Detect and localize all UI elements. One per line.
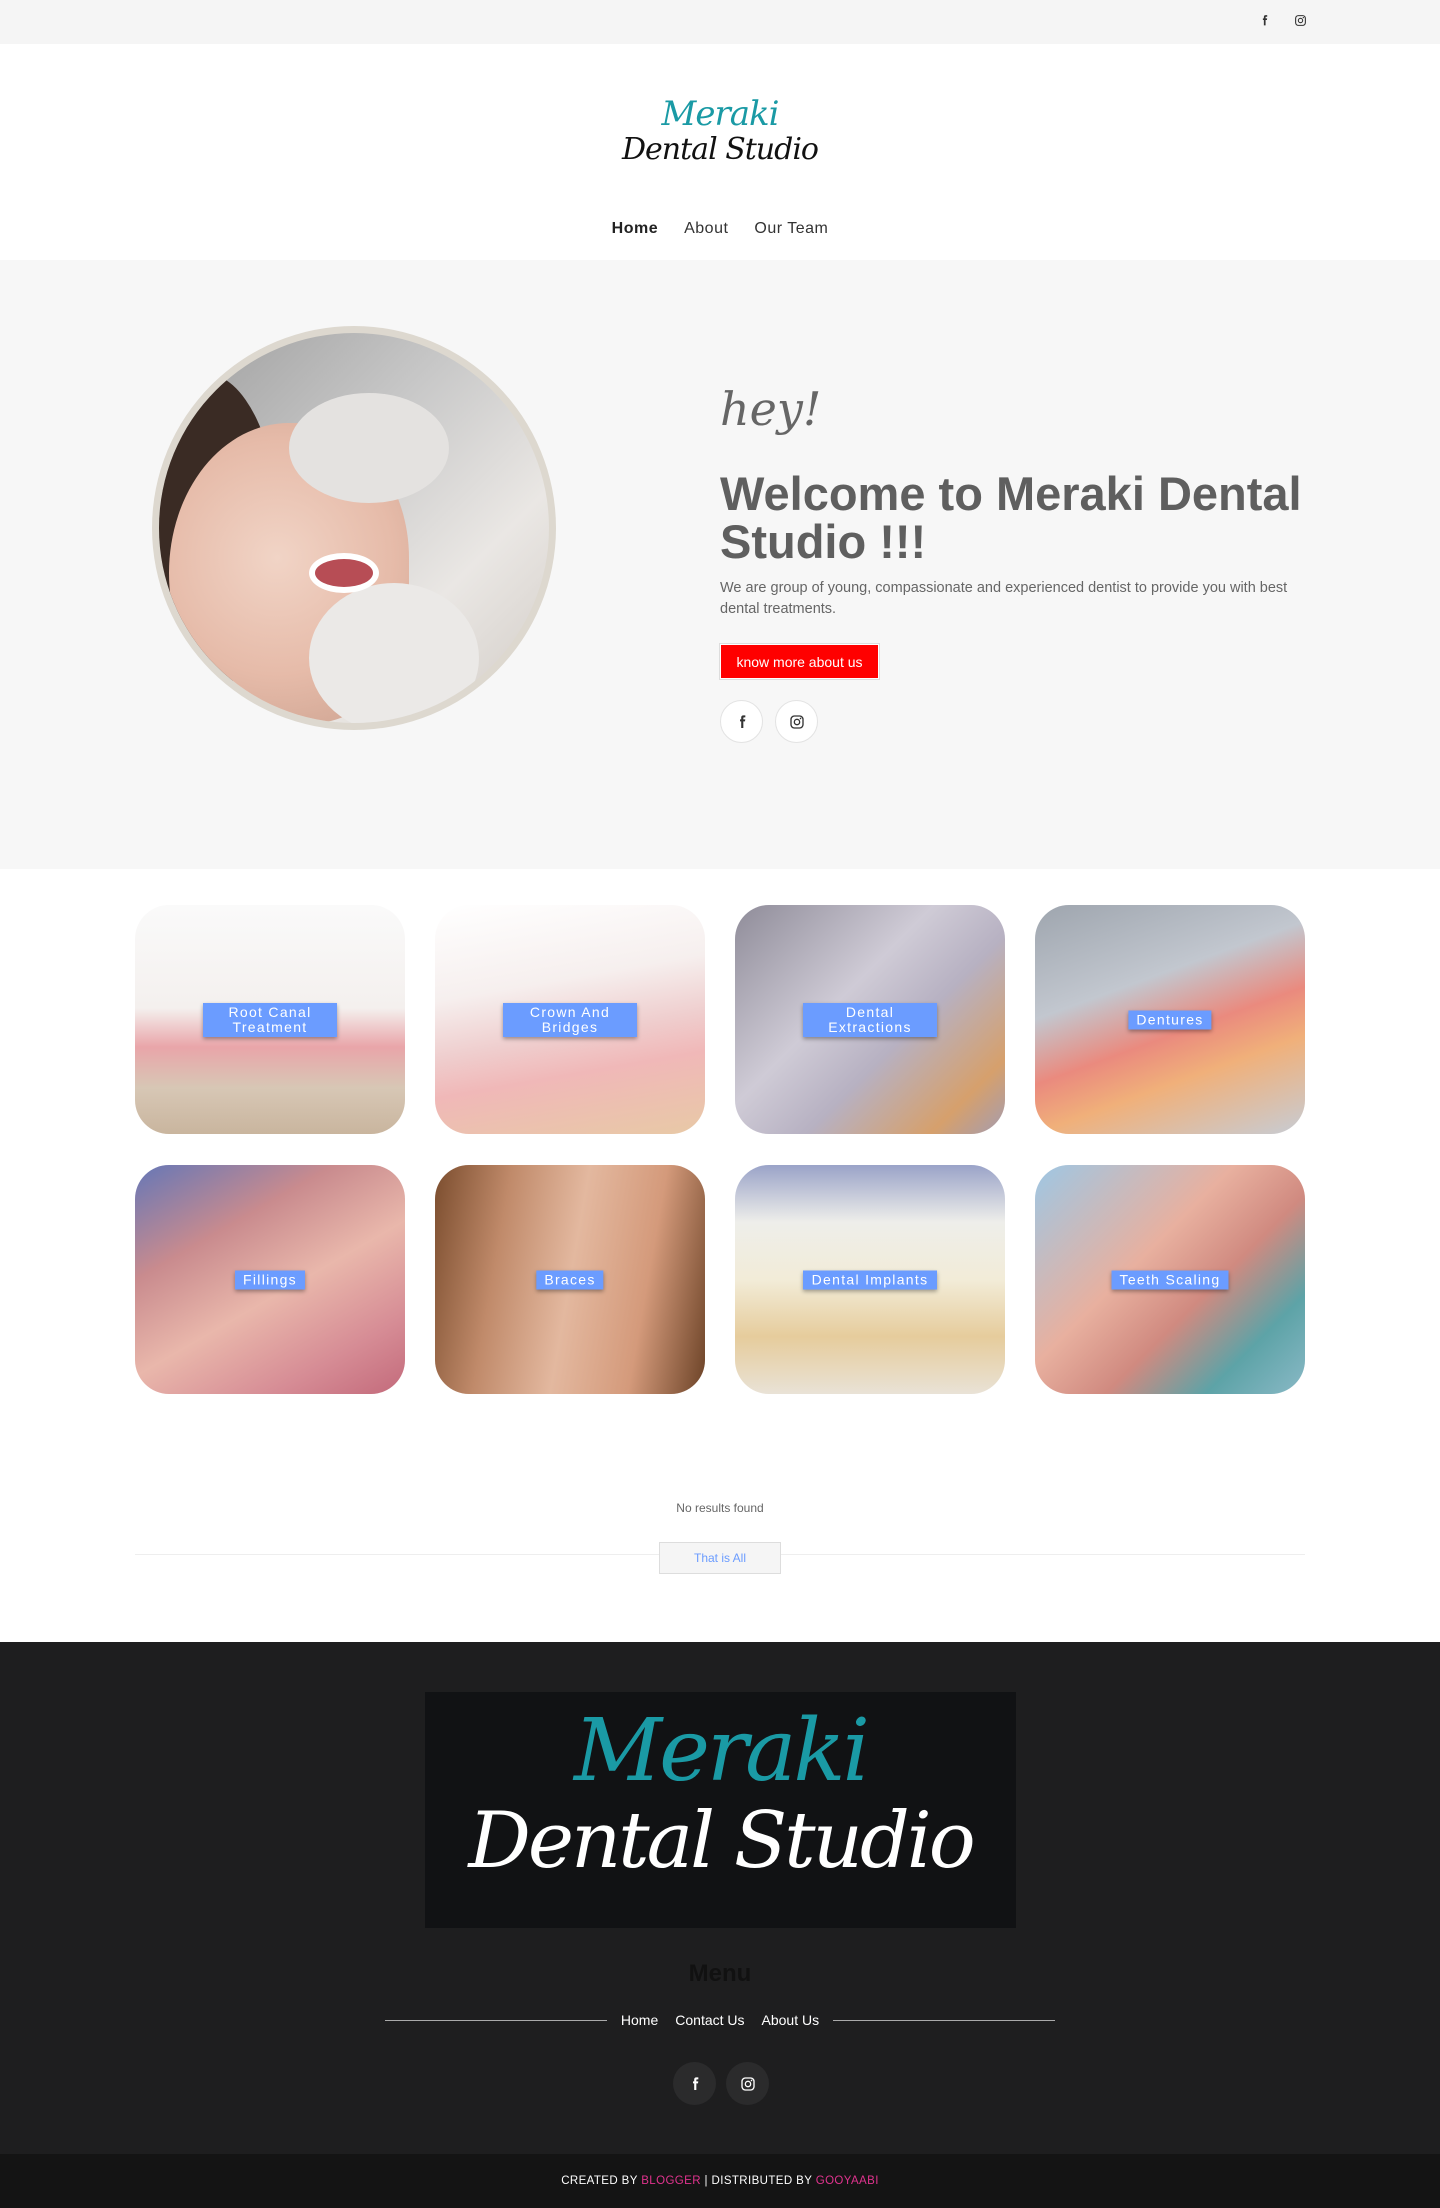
service-card-fillings[interactable]: Fillings	[135, 1165, 405, 1394]
gooyaabi-link[interactable]: GOOYAABI	[816, 2175, 879, 2187]
hero-description: We are group of young, compassionate and…	[720, 580, 1288, 617]
posts-results: No results found That is All	[0, 1394, 1440, 1581]
services-grid: Root Canal Treatment Crown And Bridges D…	[0, 869, 1440, 1394]
footer-logo-line-1: Meraki	[574, 1701, 870, 1801]
service-label: Dental Extractions	[803, 1002, 937, 1037]
service-label: Dental Implants	[803, 1270, 937, 1289]
service-card-crown-bridges[interactable]: Crown And Bridges	[435, 905, 705, 1134]
service-label: Root Canal Treatment	[203, 1002, 337, 1037]
facebook-icon[interactable]	[720, 700, 763, 743]
hero-greeting: hey!	[720, 382, 822, 436]
footer-menu-title: Menu	[688, 1960, 752, 1987]
facebook-icon[interactable]	[1256, 12, 1272, 28]
footer-link-home[interactable]: Home	[621, 2012, 658, 2028]
divider-left	[385, 2019, 607, 2021]
service-label: Teeth Scaling	[1111, 1270, 1229, 1289]
instagram-icon[interactable]	[1292, 12, 1308, 28]
blogger-link[interactable]: BLOGGER	[641, 2175, 701, 2187]
service-card-teeth-scaling[interactable]: Teeth Scaling	[1035, 1165, 1305, 1394]
site-header: Meraki Dental Studio Home About Our Team	[0, 44, 1440, 260]
service-label: Crown And Bridges	[503, 1002, 637, 1037]
nav-about[interactable]: About	[684, 220, 728, 238]
that-is-all-button[interactable]: That is All	[659, 1542, 781, 1574]
logo-line-1: Meraki	[661, 94, 780, 134]
hero-image-dentist-patient	[159, 333, 549, 723]
site-footer: Meraki Dental Studio Menu Home Contact U…	[0, 1642, 1440, 2154]
nav-home[interactable]: Home	[612, 220, 658, 238]
service-label: Fillings	[235, 1270, 305, 1289]
site-logo[interactable]: Meraki Dental Studio	[0, 96, 1440, 168]
instagram-icon[interactable]	[775, 700, 818, 743]
hero-social-links	[720, 700, 818, 743]
distributed-prefix: | DISTRIBUTED BY	[704, 2175, 813, 2187]
nav-our-team[interactable]: Our Team	[754, 220, 828, 238]
service-label: Braces	[536, 1270, 604, 1289]
service-card-braces[interactable]: Braces	[435, 1165, 705, 1394]
know-more-button[interactable]: know more about us	[720, 644, 879, 679]
service-card-dentures[interactable]: Dentures	[1035, 905, 1305, 1134]
no-results-text: No results found	[676, 1501, 764, 1515]
hero-image-frame	[152, 326, 556, 730]
logo-line-2: Dental Studio	[622, 132, 819, 167]
service-card-dental-extractions[interactable]: Dental Extractions	[735, 905, 1005, 1134]
service-card-root-canal[interactable]: Root Canal Treatment	[135, 905, 405, 1134]
footer-link-contact-us[interactable]: Contact Us	[675, 2012, 744, 2028]
credits-bar: CREATED BY BLOGGER | DISTRIBUTED BY GOOY…	[0, 2154, 1440, 2208]
footer-logo-line-2: Dental Studio	[468, 1796, 975, 1886]
top-social-links	[1256, 12, 1308, 28]
footer-logo: Meraki Dental Studio	[425, 1692, 1016, 1928]
facebook-icon[interactable]	[673, 2062, 716, 2105]
created-prefix: CREATED BY	[561, 2175, 638, 2187]
footer-link-about-us[interactable]: About Us	[762, 2012, 820, 2028]
main-nav: Home About Our Team	[0, 220, 1440, 238]
footer-social-links	[673, 2062, 769, 2105]
divider-right	[833, 2019, 1056, 2021]
hero-section: hey! Welcome to Meraki Dental Studio !!!…	[0, 260, 1440, 869]
hero-title: Welcome to Meraki Dental Studio !!!	[720, 467, 1302, 568]
service-label: Dentures	[1128, 1010, 1212, 1029]
footer-menu: Home Contact Us About Us	[385, 2012, 1056, 2028]
top-bar	[0, 0, 1440, 44]
instagram-icon[interactable]	[726, 2062, 769, 2105]
service-card-dental-implants[interactable]: Dental Implants	[735, 1165, 1005, 1394]
